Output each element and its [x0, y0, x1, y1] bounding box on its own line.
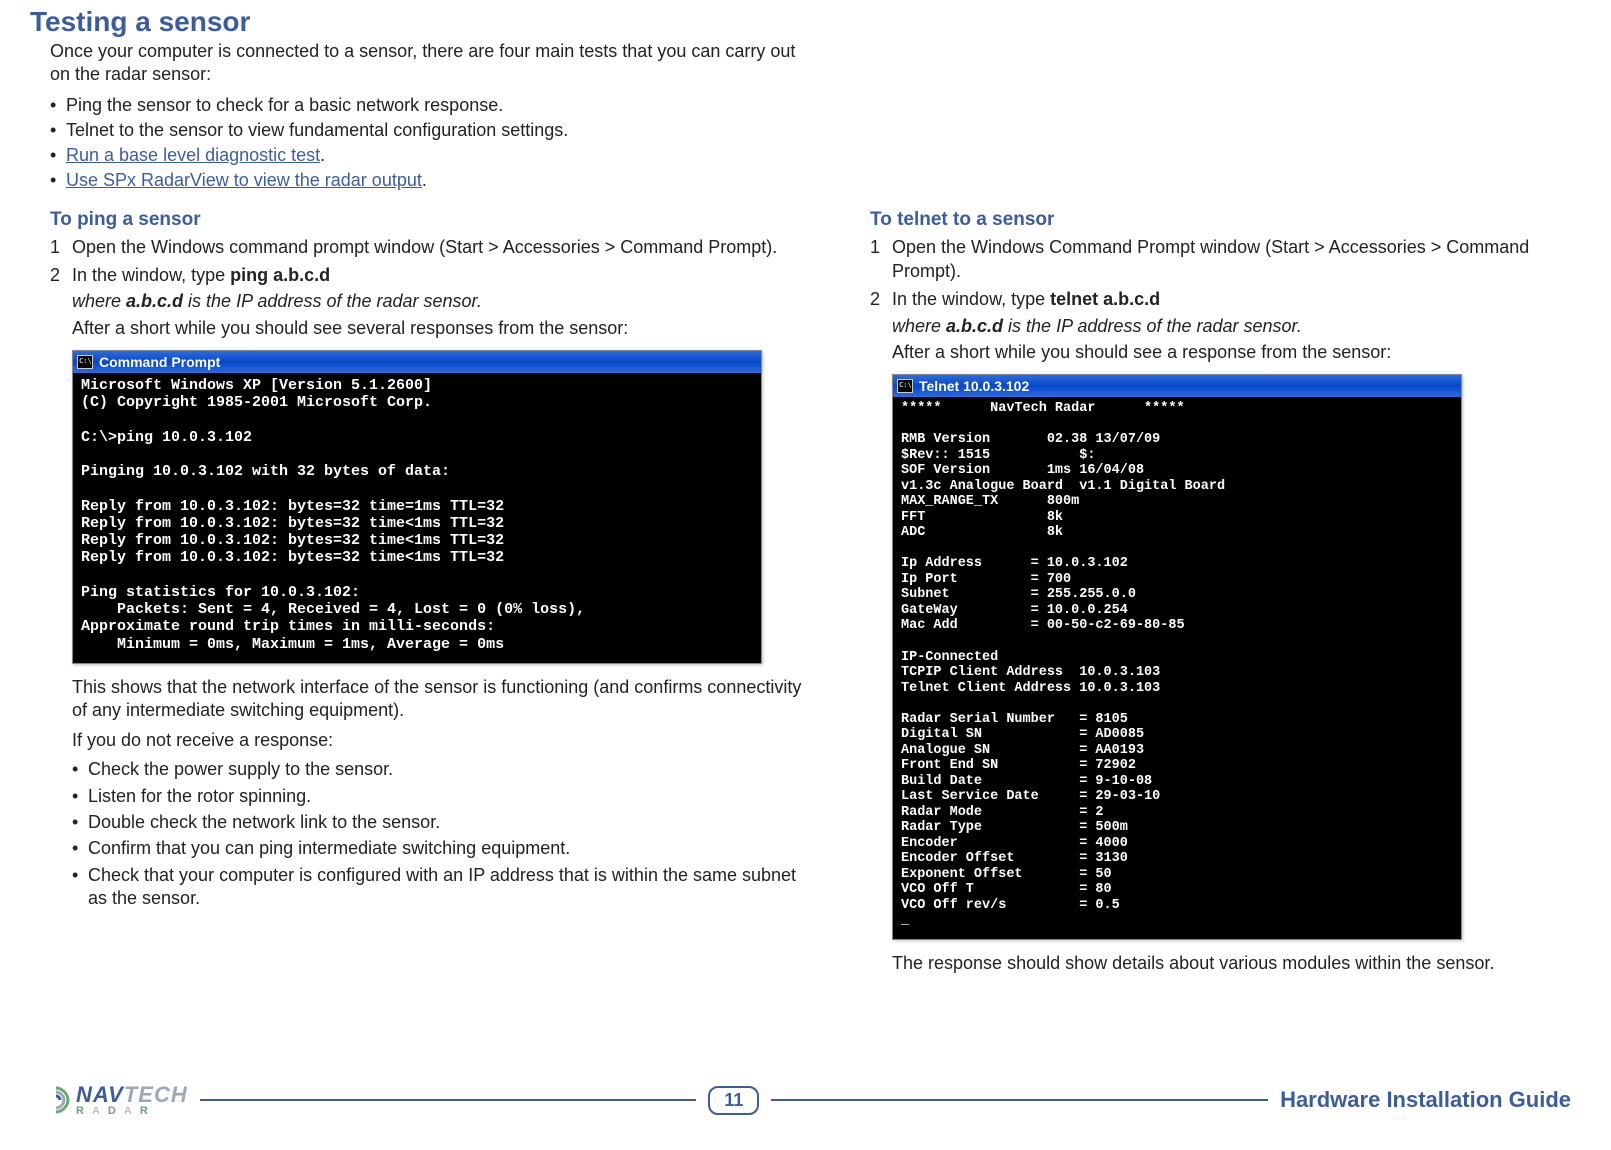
telnet-after-text: The response should show details about v… — [870, 952, 1570, 975]
telnet-terminal-window: Telnet 10.0.3.102 ***** NavTech Radar **… — [892, 374, 1462, 940]
diagnostic-link[interactable]: Run a base level diagnostic test — [66, 145, 320, 165]
troubleshoot-item: Check that your computer is configured w… — [72, 864, 820, 911]
logo-subtext: RADAR — [76, 1106, 188, 1117]
footer-title: Hardware Installation Guide — [1280, 1087, 1571, 1113]
telnet-step-1: 1 Open the Windows Command Prompt window… — [870, 235, 1570, 284]
cmd-icon — [897, 379, 913, 393]
test-list: Ping the sensor to check for a basic net… — [30, 95, 810, 191]
ping-terminal-window: Command Prompt Microsoft Windows XP [Ver… — [72, 350, 762, 664]
ping-step-2: 2 In the window, type ping a.b.c.d where… — [50, 263, 820, 340]
bullet-diagnostic: Run a base level diagnostic test. — [50, 145, 810, 166]
intro-text: Once your computer is connected to a sen… — [30, 40, 810, 87]
ping-step-1: 1 Open the Windows command prompt window… — [50, 235, 820, 259]
troubleshoot-item: Confirm that you can ping intermediate s… — [72, 837, 820, 860]
logo-wordmark: NAVTECH — [76, 1084, 188, 1106]
page-footer: NAVTECH RADAR 11 Hardware Installation G… — [0, 1070, 1611, 1130]
page-number: 11 — [708, 1086, 759, 1115]
bullet-telnet: Telnet to the sensor to view fundamental… — [50, 120, 810, 141]
troubleshoot-list: Check the power supply to the sensor. Li… — [50, 758, 820, 910]
radar-swirl-icon — [40, 1084, 72, 1116]
telnet-steps: 1 Open the Windows Command Prompt window… — [870, 235, 1570, 364]
page-heading: Testing a sensor — [30, 6, 1571, 38]
footer-divider-left — [200, 1099, 697, 1101]
ping-terminal-output: Microsoft Windows XP [Version 5.1.2600] … — [73, 373, 761, 663]
telnet-window-title: Telnet 10.0.3.102 — [919, 378, 1029, 394]
troubleshoot-item: Listen for the rotor spinning. — [72, 785, 820, 808]
radarview-link[interactable]: Use SPx RadarView to view the radar outp… — [66, 170, 422, 190]
footer-divider-right — [771, 1099, 1268, 1101]
ping-noresponse-text: If you do not receive a response: — [50, 729, 820, 752]
troubleshoot-item: Double check the network link to the sen… — [72, 811, 820, 834]
bullet-radarview: Use SPx RadarView to view the radar outp… — [50, 170, 810, 191]
ping-confirm-text: This shows that the network interface of… — [50, 676, 820, 723]
bullet-ping: Ping the sensor to check for a basic net… — [50, 95, 810, 116]
telnet-heading: To telnet to a sensor — [870, 209, 1570, 231]
telnet-step-2: 2 In the window, type telnet a.b.c.d whe… — [870, 287, 1570, 364]
ping-titlebar: Command Prompt — [73, 351, 761, 373]
ping-heading: To ping a sensor — [50, 209, 820, 231]
telnet-titlebar: Telnet 10.0.3.102 — [893, 375, 1461, 397]
troubleshoot-item: Check the power supply to the sensor. — [72, 758, 820, 781]
telnet-terminal-output: ***** NavTech Radar ***** RMB Version 02… — [893, 397, 1461, 939]
cmd-icon — [77, 355, 93, 369]
ping-steps: 1 Open the Windows command prompt window… — [50, 235, 820, 340]
navtech-logo: NAVTECH RADAR — [40, 1075, 188, 1125]
ping-window-title: Command Prompt — [99, 354, 220, 370]
